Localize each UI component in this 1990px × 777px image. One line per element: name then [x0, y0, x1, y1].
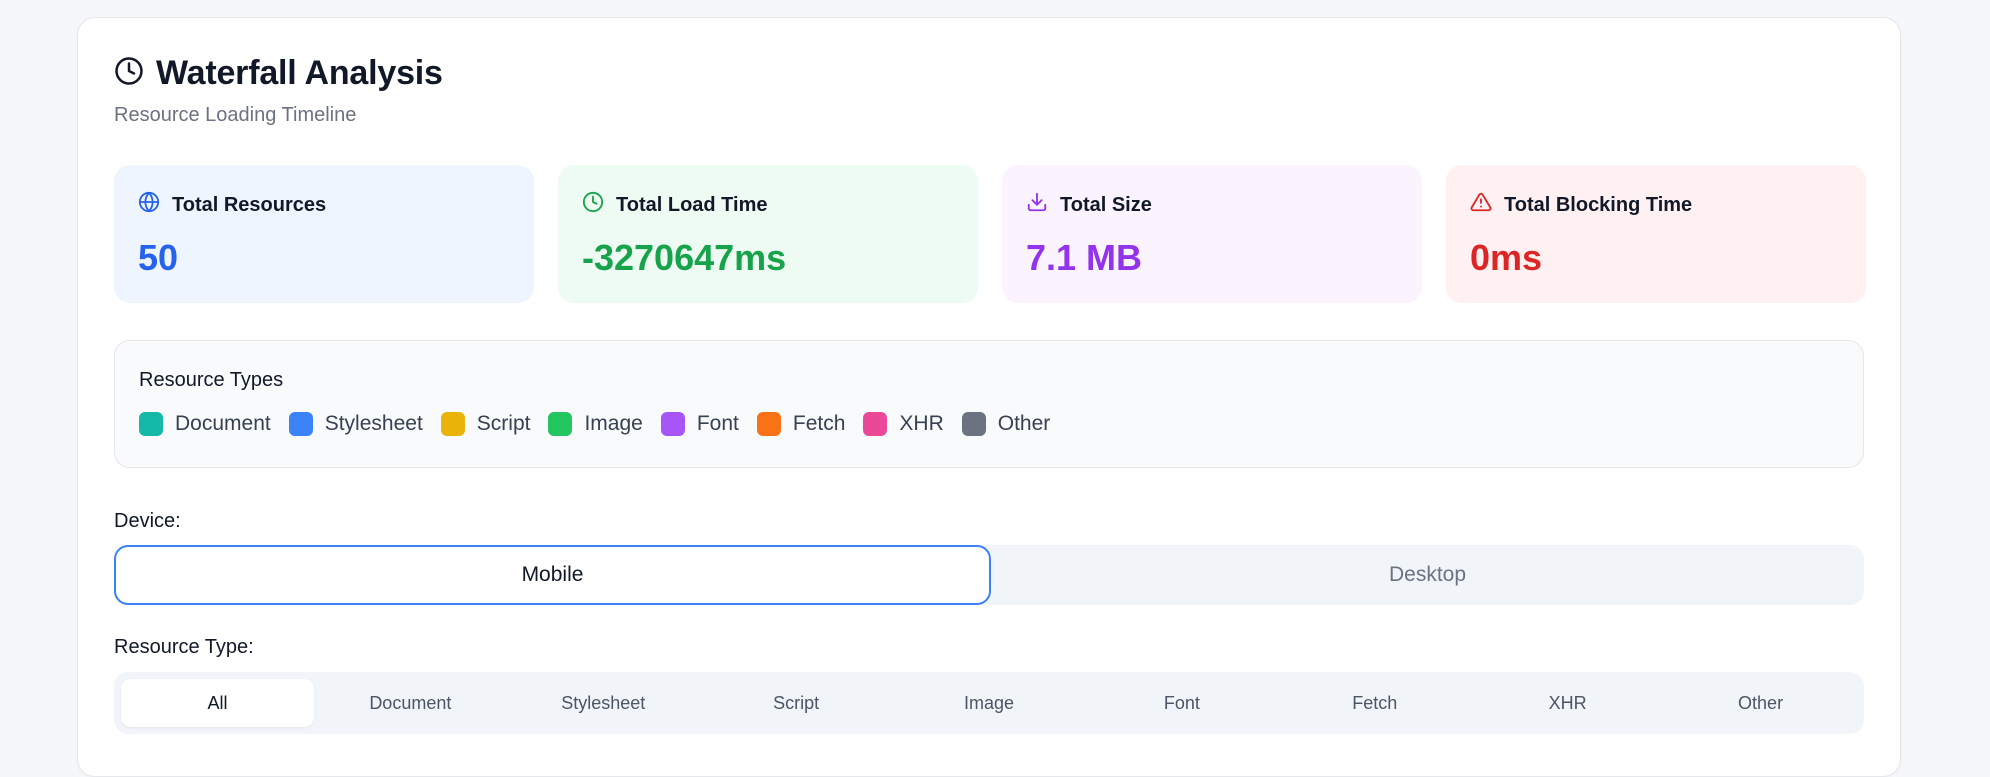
- stat-label: Total Load Time: [616, 193, 768, 216]
- clock-icon: [582, 191, 604, 219]
- tab-stylesheet[interactable]: Stylesheet: [507, 679, 700, 727]
- legend-item: Document: [139, 412, 271, 436]
- device-option-mobile[interactable]: Mobile: [114, 545, 991, 605]
- legend-label: Stylesheet: [324, 412, 423, 435]
- tab-document[interactable]: Document: [314, 679, 507, 727]
- resource-type-label: Resource Type:: [114, 636, 254, 658]
- tab-all[interactable]: All: [121, 679, 314, 727]
- device-toggle: Mobile Desktop: [114, 545, 1864, 605]
- legend-item: Script: [440, 412, 531, 436]
- legend-item: Font: [660, 412, 739, 436]
- legend-swatch: [440, 412, 465, 436]
- stat-value: 0ms: [1470, 237, 1543, 278]
- legend-swatch: [660, 412, 685, 436]
- legend-items: Document Stylesheet Script Image Font Fetch XH…: [139, 412, 1839, 436]
- tab-fetch[interactable]: Fetch: [1278, 679, 1471, 727]
- stat-label: Total Size: [1060, 193, 1152, 216]
- tab-script[interactable]: Script: [700, 679, 893, 727]
- device-option-desktop[interactable]: Desktop: [991, 545, 1864, 605]
- stat-label: Total Blocking Time: [1504, 193, 1693, 216]
- legend-item: Image: [548, 412, 643, 436]
- waterfall-card: Waterfall Analysis Resource Loading Time…: [77, 17, 1901, 777]
- page-title: Waterfall Analysis: [156, 54, 443, 92]
- legend-swatch: [961, 412, 986, 436]
- legend-item: Fetch: [756, 412, 846, 436]
- legend-swatch: [863, 412, 888, 436]
- title-row: Waterfall Analysis: [114, 54, 443, 93]
- stat-total-resources: Total Resources 50: [114, 165, 534, 303]
- legend-label: Fetch: [792, 412, 846, 435]
- tab-font[interactable]: Font: [1085, 679, 1278, 727]
- legend-label: Font: [696, 412, 739, 435]
- stat-total-load-time: Total Load Time -3270647ms: [558, 165, 978, 303]
- legend-label: Document: [175, 412, 271, 435]
- stat-value: -3270647ms: [582, 237, 787, 278]
- tab-other[interactable]: Other: [1664, 679, 1857, 727]
- legend-swatch: [288, 412, 313, 436]
- legend-item: XHR: [863, 412, 944, 436]
- stat-total-blocking-time: Total Blocking Time 0ms: [1446, 165, 1866, 303]
- legend-label: Script: [476, 412, 531, 435]
- stat-value: 7.1 MB: [1026, 237, 1143, 278]
- legend-label: XHR: [899, 412, 944, 435]
- resource-type-tabs: All Document Stylesheet Script Image Fon…: [114, 672, 1864, 734]
- warning-icon: [1470, 191, 1492, 219]
- stat-value: 50: [138, 237, 179, 278]
- page-subtitle: Resource Loading Timeline: [114, 104, 357, 126]
- legend-item: Stylesheet: [288, 412, 423, 436]
- tab-xhr[interactable]: XHR: [1471, 679, 1664, 727]
- legend-label: Image: [584, 412, 643, 435]
- device-label: Device:: [114, 510, 181, 532]
- legend-item: Other: [961, 412, 1051, 436]
- stats-row: Total Resources 50 Total Load Time -3270…: [114, 165, 1866, 303]
- legend-swatch: [548, 412, 573, 436]
- globe-icon: [138, 191, 160, 219]
- legend-label: Other: [997, 412, 1051, 435]
- tab-image[interactable]: Image: [893, 679, 1086, 727]
- legend-swatch: [756, 412, 781, 436]
- stat-total-size: Total Size 7.1 MB: [1002, 165, 1422, 303]
- clock-icon: [114, 56, 144, 91]
- resource-types-legend: Resource Types Document Stylesheet Script I…: [114, 340, 1864, 468]
- legend-swatch: [139, 412, 163, 436]
- stat-label: Total Resources: [172, 193, 327, 216]
- download-icon: [1026, 191, 1048, 219]
- legend-title: Resource Types: [139, 369, 284, 391]
